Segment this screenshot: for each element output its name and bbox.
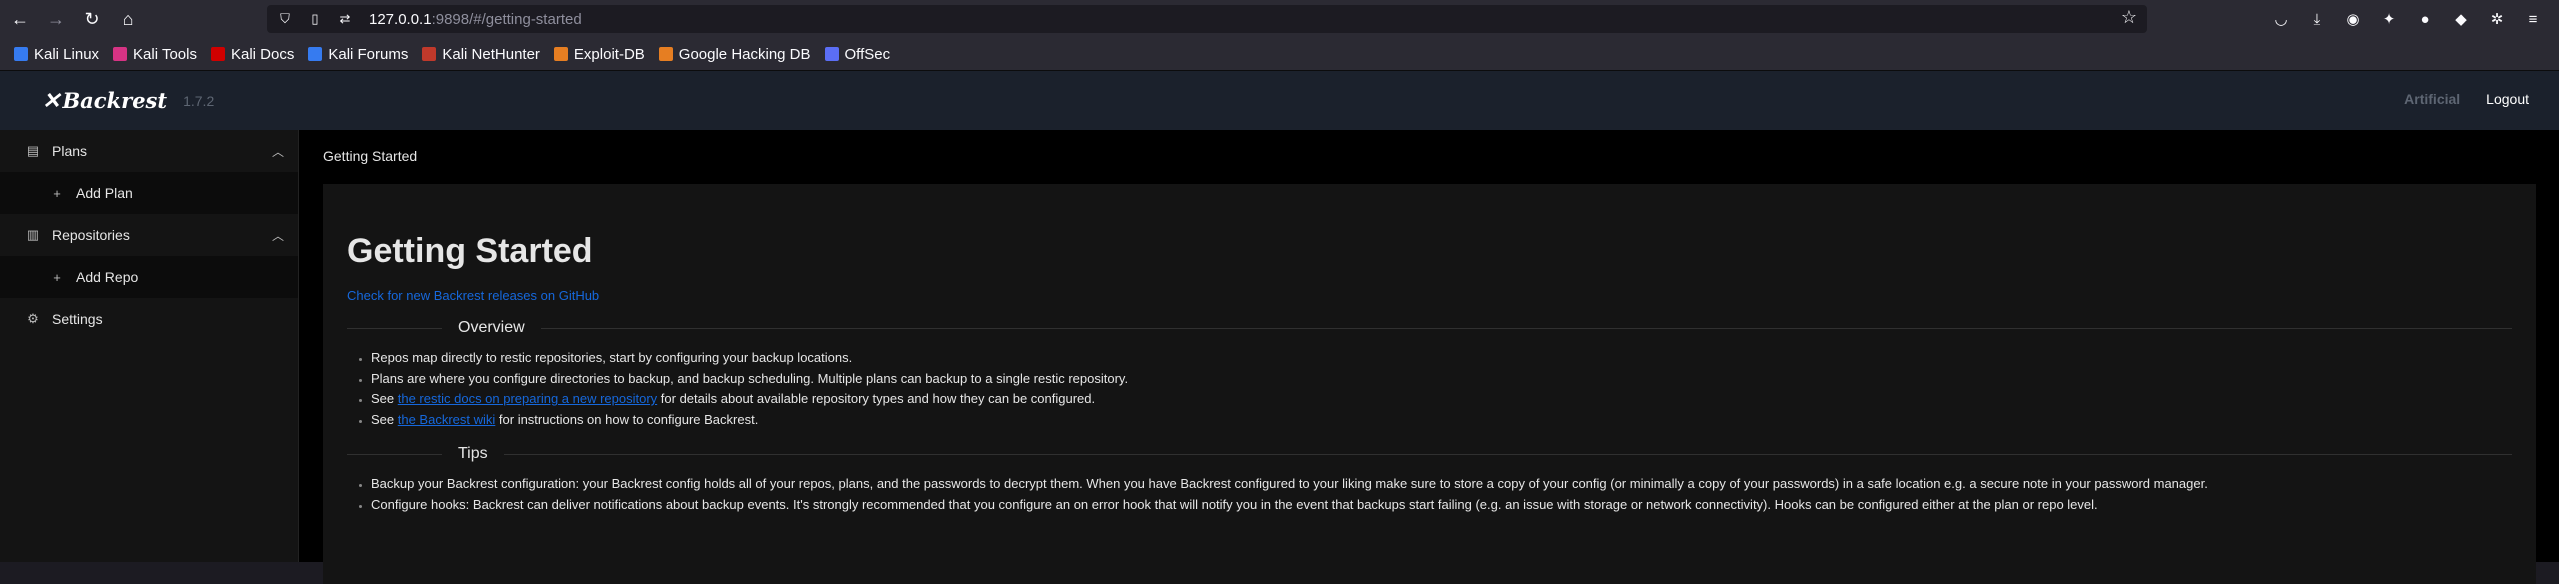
kali-linux-icon	[14, 47, 28, 61]
list-item: Plans are where you configure directorie…	[371, 369, 1128, 390]
url-bar[interactable]: ⛉ ▯ ⇄ 127.0.0.1:9898/#/getting-started ☆	[267, 5, 2147, 33]
sidebar-item-label: Repositories	[52, 227, 130, 243]
app-header: ✕ Backrest 1.7.2 Artificial Logout	[0, 71, 2559, 130]
backrest-wiki-link[interactable]: the Backrest wiki	[398, 412, 496, 427]
bookmark-star-icon[interactable]: ☆	[2121, 7, 2137, 28]
overview-heading: Overview	[458, 319, 525, 336]
bookmark-kali-nethunter[interactable]: Kali NetHunter	[422, 46, 540, 63]
sidebar-item-repositories[interactable]: ▥ Repositories ︿	[0, 214, 298, 256]
logout-button[interactable]: Logout	[2486, 91, 2529, 107]
bookmark-kali-docs[interactable]: Kali Docs	[210, 46, 294, 63]
bookmark-kali-linux[interactable]: Kali Linux	[14, 46, 99, 63]
page-icon[interactable]: ▯	[303, 7, 327, 31]
tips-list: Backup your Backrest configuration: your…	[347, 474, 2208, 515]
menu-icon[interactable]: ≡	[2517, 3, 2549, 35]
account-icon[interactable]: ◉	[2337, 3, 2369, 35]
sidebar-item-add-repo[interactable]: + Add Repo	[0, 256, 298, 298]
shield-icon[interactable]: ⛉	[273, 7, 297, 31]
plus-icon: +	[53, 185, 61, 201]
github-releases-link[interactable]: Check for new Backrest releases on GitHu…	[347, 288, 599, 303]
logo-text: Backrest	[62, 87, 168, 113]
extension-shield-icon[interactable]: ◆	[2445, 3, 2477, 35]
backrest-logo-icon: ✕	[42, 87, 61, 114]
gear-icon: ⚙	[27, 311, 39, 326]
exploit-db-icon	[553, 47, 568, 61]
kali-forums-icon	[308, 47, 323, 61]
sidebar-item-label: Plans	[52, 143, 88, 159]
sidebar-item-plans[interactable]: ▤ Plans ︿	[0, 130, 298, 172]
backrest-logo[interactable]: ✕ Backrest	[42, 88, 167, 114]
pocket-icon[interactable]: ◡	[2265, 3, 2297, 35]
page-title: Getting Started	[347, 232, 593, 270]
database-icon: ▥	[26, 227, 40, 242]
sidebar-item-settings[interactable]: ⚙ Settings	[0, 298, 298, 340]
overview-divider: Overview	[347, 318, 2512, 338]
kali-docs-icon	[210, 47, 225, 61]
version-label: 1.7.2	[183, 92, 215, 109]
back-icon[interactable]: ←	[4, 3, 36, 35]
tips-divider: Tips	[347, 444, 2512, 464]
bookmark-exploit-db[interactable]: Exploit-DB	[553, 46, 645, 63]
forward-icon[interactable]: →	[40, 3, 72, 35]
url-text[interactable]: 127.0.0.1:9898/#/getting-started	[369, 11, 582, 28]
bookmark-kali-forums[interactable]: Kali Forums	[308, 46, 408, 63]
sidebar-item-label: Settings	[52, 311, 103, 327]
list-item: See the restic docs on preparing a new r…	[371, 389, 1128, 410]
offsec-icon	[824, 47, 839, 61]
list-item: See the Backrest wiki for instructions o…	[371, 410, 1128, 431]
restic-docs-link[interactable]: the restic docs on preparing a new repos…	[398, 391, 657, 406]
bookmark-google-hacking-db[interactable]: Google Hacking DB	[658, 46, 811, 63]
sidebar-item-add-plan[interactable]: + Add Plan	[0, 172, 298, 214]
list-item: Repos map directly to restic repositorie…	[371, 348, 1128, 369]
kali-nethunter-icon	[422, 47, 437, 61]
sidebar-item-label: Add Repo	[76, 269, 139, 285]
overview-list: Repos map directly to restic repositorie…	[347, 348, 1128, 430]
reload-icon[interactable]: ↻	[76, 3, 108, 35]
google-hacking-db-icon	[658, 47, 673, 61]
downloads-icon[interactable]: ⤓	[2301, 3, 2333, 35]
list-item: Configure hooks: Backrest can deliver no…	[371, 495, 2208, 516]
bookmark-kali-tools[interactable]: Kali Tools	[113, 46, 197, 63]
bookmark-offsec[interactable]: OffSec	[824, 46, 890, 63]
main-content: Getting Started Getting Started Check fo…	[299, 130, 2559, 584]
breadcrumb: Getting Started	[323, 148, 418, 164]
sidebar-item-label: Add Plan	[76, 185, 133, 201]
instance-name: Artificial	[2404, 91, 2461, 107]
list-item: Backup your Backrest configuration: your…	[371, 474, 2208, 495]
cookie-icon[interactable]: ●	[2409, 3, 2441, 35]
chevron-up-icon[interactable]: ︿	[272, 227, 284, 244]
chevron-up-icon[interactable]: ︿	[272, 143, 284, 160]
extensions-icon[interactable]: ✦	[2373, 3, 2405, 35]
plus-icon: +	[53, 269, 61, 285]
calendar-icon: ▤	[26, 143, 40, 158]
kali-tools-icon	[113, 47, 128, 61]
tips-heading: Tips	[458, 445, 488, 462]
settings-extension-icon[interactable]: ✲	[2481, 3, 2513, 35]
browser-toolbar: ← → ↻ ⌂ ⛉ ▯ ⇄ 127.0.0.1:9898/#/getting-s…	[0, 0, 2559, 38]
getting-started-card: Getting Started Check for new Backrest r…	[323, 184, 2536, 584]
bookmarks-bar: Kali Linux Kali Tools Kali Docs Kali For…	[0, 38, 2559, 71]
permissions-icon[interactable]: ⇄	[333, 7, 357, 31]
home-icon[interactable]: ⌂	[112, 3, 144, 35]
sidebar: ▤ Plans ︿ + Add Plan ▥ Repositories ︿ + …	[0, 130, 299, 562]
